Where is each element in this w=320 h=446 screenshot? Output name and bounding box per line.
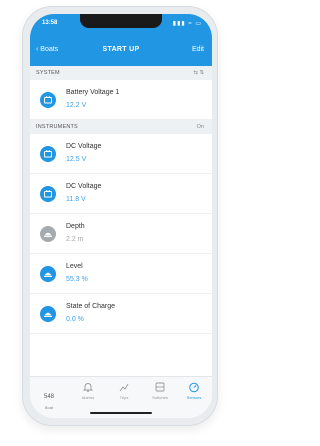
list-item[interactable]: State of Charge 0.0 % (30, 294, 212, 334)
sensor-list[interactable]: SYSTEM ⇆ ⇅ Battery Voltage 1 12.2 V INST… (30, 66, 212, 376)
status-bar: 13:58 ▮▮▮ ≈ ▭ (30, 14, 212, 32)
tab-alarms[interactable]: Alarms (72, 381, 104, 411)
item-value: 12.5 V (66, 156, 87, 163)
battery-icon (40, 146, 56, 162)
tab-label: Sensors (186, 395, 202, 400)
tank-level-icon (40, 306, 56, 322)
tab-switches[interactable]: Switches (144, 381, 176, 411)
tab-sensors[interactable]: Sensors (178, 381, 210, 411)
section-label: INSTRUMENTS (36, 124, 78, 130)
tab-label: Alarms (81, 395, 95, 400)
home-indicator (90, 412, 152, 414)
item-title: Depth (66, 223, 85, 230)
section-header-system: SYSTEM ⇆ ⇅ (30, 66, 212, 80)
app-header: 13:58 ▮▮▮ ≈ ▭ ‹ Boats START UP Edit (30, 14, 212, 66)
status-icons: ▮▮▮ ≈ ▭ (172, 21, 202, 27)
notch (80, 14, 162, 28)
page-title: START UP (102, 46, 140, 53)
bell-icon (82, 383, 94, 393)
item-value: 12.2 V (66, 102, 87, 109)
battery-icon (40, 186, 56, 202)
item-title: State of Charge (66, 303, 116, 310)
section-status[interactable]: On (197, 124, 204, 130)
nav-bar: ‹ Boats START UP Edit (30, 40, 212, 62)
section-label: SYSTEM (36, 70, 60, 76)
list-item[interactable]: Depth 2.2 m (30, 214, 212, 254)
list-item[interactable]: DC Voltage 11.8 V (30, 174, 212, 214)
status-time: 13:58 (42, 20, 58, 26)
list-item[interactable]: Battery Voltage 1 12.2 V (30, 80, 212, 120)
section-controls[interactable]: ⇆ ⇅ (193, 70, 204, 76)
tab-boat[interactable]: 548 Boat (34, 385, 64, 410)
tab-label: Boat (44, 405, 54, 410)
depth-icon (40, 226, 56, 242)
gauge-icon (189, 382, 199, 393)
list-item[interactable]: Level 55.3 % (30, 254, 212, 294)
battery-icon (40, 92, 56, 108)
item-title: Battery Voltage 1 (66, 89, 120, 96)
item-title: DC Voltage (66, 183, 102, 190)
item-title: Level (66, 263, 83, 270)
item-value: 0.0 % (66, 316, 84, 323)
trips-icon (119, 383, 129, 392)
item-title: DC Voltage (66, 143, 102, 150)
item-value: 11.8 V (66, 196, 86, 203)
tab-trips[interactable]: Trips (108, 381, 140, 411)
phone-screen: 13:58 ▮▮▮ ≈ ▭ ‹ Boats START UP Edit SYST… (30, 14, 212, 418)
edit-button[interactable]: Edit (192, 46, 204, 53)
tab-label: Trips (119, 395, 129, 400)
tab-label: Switches (151, 395, 168, 400)
tank-level-icon (40, 266, 56, 282)
section-header-instruments: INSTRUMENTS On (30, 120, 212, 134)
item-value: 2.2 m (66, 236, 84, 243)
item-value: 55.3 % (66, 276, 88, 283)
list-item[interactable]: DC Voltage 12.5 V (30, 134, 212, 174)
boat-number: 548 (43, 394, 54, 400)
switches-icon (155, 382, 165, 392)
